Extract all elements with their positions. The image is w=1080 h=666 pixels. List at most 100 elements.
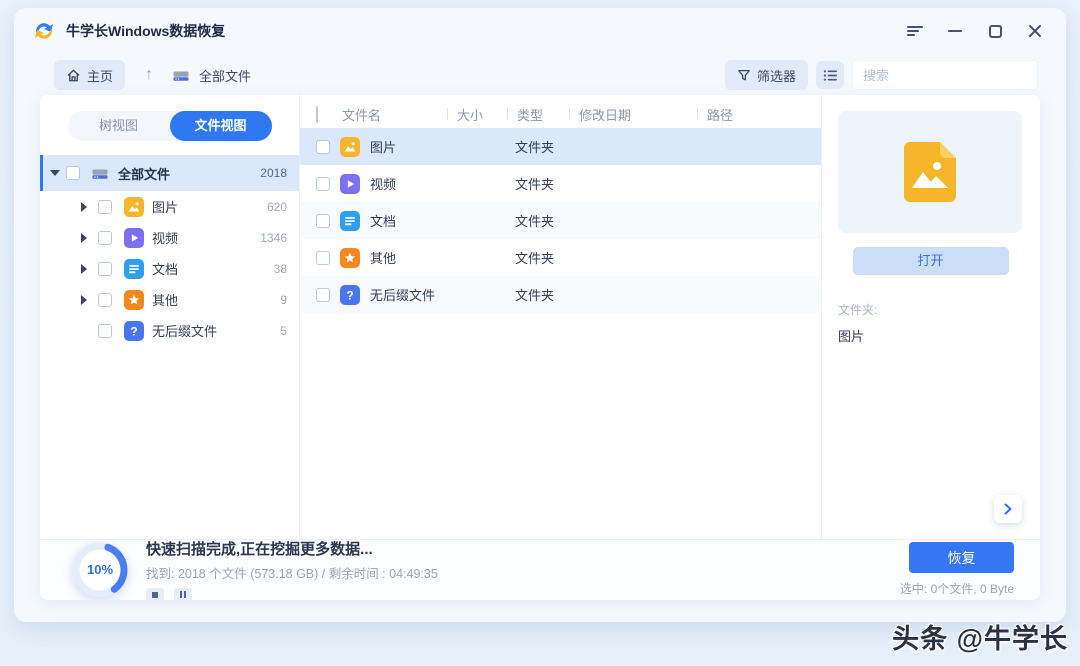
list-view-button[interactable]: [816, 61, 844, 89]
table-row-others[interactable]: 其他 文件夹: [300, 239, 821, 276]
minimize-button[interactable]: [946, 22, 964, 40]
column-header-type[interactable]: 类型: [515, 105, 577, 124]
tab-file-view[interactable]: 文件视图: [170, 111, 272, 141]
table-row-videos[interactable]: 视频 文件夹: [300, 165, 821, 202]
selection-info: 选中: 0个文件, 0 Byte: [900, 580, 1014, 597]
selection-bar: [40, 155, 43, 191]
tree-item-all-files[interactable]: 全部文件 2018: [40, 155, 299, 191]
table-row-images[interactable]: 图片 文件夹: [300, 128, 821, 165]
checkbox[interactable]: [98, 262, 112, 276]
status-bar: 10% 快速扫描完成,正在挖掘更多数据... 找到: 2018 个文件 (573…: [40, 539, 1040, 599]
maximize-button[interactable]: [986, 22, 1004, 40]
caret-right-icon[interactable]: [81, 264, 87, 274]
tree-item-count: 2018: [260, 166, 287, 180]
tree-item-documents[interactable]: 文档 38: [40, 253, 299, 284]
column-header-size[interactable]: 大小: [455, 105, 515, 124]
filter-label: 筛选器: [757, 66, 796, 85]
home-label: 主页: [87, 66, 113, 85]
sidebar: 树视图 文件视图 全部文件 2018 图片 620: [40, 95, 300, 539]
cell-name: 文档: [370, 211, 396, 230]
app-logo-icon: [30, 17, 58, 45]
view-tabs: 树视图 文件视图: [68, 111, 272, 141]
scan-status-message: 快速扫描完成,正在挖掘更多数据...: [146, 538, 438, 559]
stop-scan-button[interactable]: [146, 588, 164, 601]
tree-item-count: 1346: [260, 231, 287, 245]
select-all-checkbox[interactable]: [316, 106, 318, 123]
toolbar: 主页 ↑ 全部文件 筛选器: [54, 58, 1038, 92]
caret-right-icon[interactable]: [81, 233, 87, 243]
cell-type: 文件夹: [515, 248, 577, 267]
open-button[interactable]: 打开: [853, 247, 1009, 275]
tree-item-images[interactable]: 图片 620: [40, 191, 299, 222]
tree-item-others[interactable]: 其他 9: [40, 284, 299, 315]
close-icon: [1028, 24, 1042, 38]
filter-button[interactable]: 筛选器: [725, 60, 808, 90]
home-icon: [66, 68, 81, 83]
close-button[interactable]: [1026, 22, 1044, 40]
caret-right-icon[interactable]: [81, 202, 87, 212]
next-page-button[interactable]: [994, 495, 1022, 523]
checkbox[interactable]: [98, 231, 112, 245]
checkbox[interactable]: [316, 288, 330, 302]
tree-item-no-extension[interactable]: 无后缀文件 5: [40, 315, 299, 346]
watermark: 头条 @牛学长: [892, 617, 1068, 656]
breadcrumb-label: 全部文件: [199, 66, 251, 85]
column-header-path[interactable]: 路径: [705, 105, 821, 124]
cell-type: 文件夹: [515, 211, 577, 230]
tree-item-count: 38: [274, 262, 287, 276]
table-row-documents[interactable]: 文档 文件夹: [300, 202, 821, 239]
tree-item-label: 其他: [152, 290, 178, 309]
cell-type: 文件夹: [515, 137, 577, 156]
checkbox[interactable]: [316, 214, 330, 228]
home-button[interactable]: 主页: [54, 60, 125, 90]
cell-type: 文件夹: [515, 285, 577, 304]
app-window: 牛学长Windows数据恢复 主页 ↑ 全部文件 筛选器: [14, 8, 1066, 622]
checkbox[interactable]: [316, 140, 330, 154]
search-box: [852, 60, 1038, 90]
checkbox[interactable]: [316, 177, 330, 191]
document-file-icon: [124, 259, 144, 279]
image-file-icon: [124, 197, 144, 217]
filter-funnel-icon: [737, 68, 751, 82]
tree-item-label: 图片: [152, 197, 178, 216]
file-table: 文件名 大小 类型 修改日期 路径 图片 文件夹 视频: [300, 95, 821, 539]
search-input[interactable]: [863, 68, 1039, 83]
tree-item-label: 视频: [152, 228, 178, 247]
progress-percent: 10%: [72, 542, 128, 598]
checkbox[interactable]: [98, 200, 112, 214]
video-file-icon: [124, 228, 144, 248]
tree-item-label: 无后缀文件: [152, 321, 217, 340]
breadcrumb[interactable]: 全部文件: [171, 65, 251, 85]
drive-icon: [171, 65, 191, 85]
document-file-icon: [340, 211, 360, 231]
list-view-icon: [823, 69, 838, 82]
chevron-right-icon: [1002, 503, 1014, 515]
preview-thumbnail: [838, 111, 1022, 233]
cell-name: 图片: [370, 137, 396, 156]
pause-scan-button[interactable]: [174, 588, 192, 601]
tab-tree-view[interactable]: 树视图: [68, 111, 170, 141]
checkbox[interactable]: [98, 324, 112, 338]
no-extension-file-icon: [340, 285, 360, 305]
app-title: 牛学长Windows数据恢复: [66, 21, 225, 41]
preview-meta-value: 图片: [838, 326, 1023, 345]
column-header-date[interactable]: 修改日期: [577, 105, 705, 124]
no-extension-file-icon: [124, 321, 144, 341]
navigate-up-button[interactable]: ↑: [145, 67, 153, 83]
preview-meta-label: 文件夹:: [838, 301, 1023, 318]
tree-item-label: 文档: [152, 259, 178, 278]
tree-item-videos[interactable]: 视频 1346: [40, 222, 299, 253]
column-header-name[interactable]: 文件名: [340, 105, 455, 124]
caret-right-icon[interactable]: [81, 295, 87, 305]
table-header: 文件名 大小 类型 修改日期 路径: [300, 100, 821, 128]
recover-button[interactable]: 恢复: [909, 542, 1014, 573]
menu-icon[interactable]: [906, 22, 924, 40]
table-row-no-extension[interactable]: 无后缀文件 文件夹: [300, 276, 821, 313]
checkbox[interactable]: [316, 251, 330, 265]
image-preview-icon: [904, 142, 956, 202]
tree-item-count: 5: [280, 324, 287, 338]
checkbox[interactable]: [66, 166, 80, 180]
other-file-icon: [340, 248, 360, 268]
caret-down-icon[interactable]: [50, 170, 60, 176]
checkbox[interactable]: [98, 293, 112, 307]
